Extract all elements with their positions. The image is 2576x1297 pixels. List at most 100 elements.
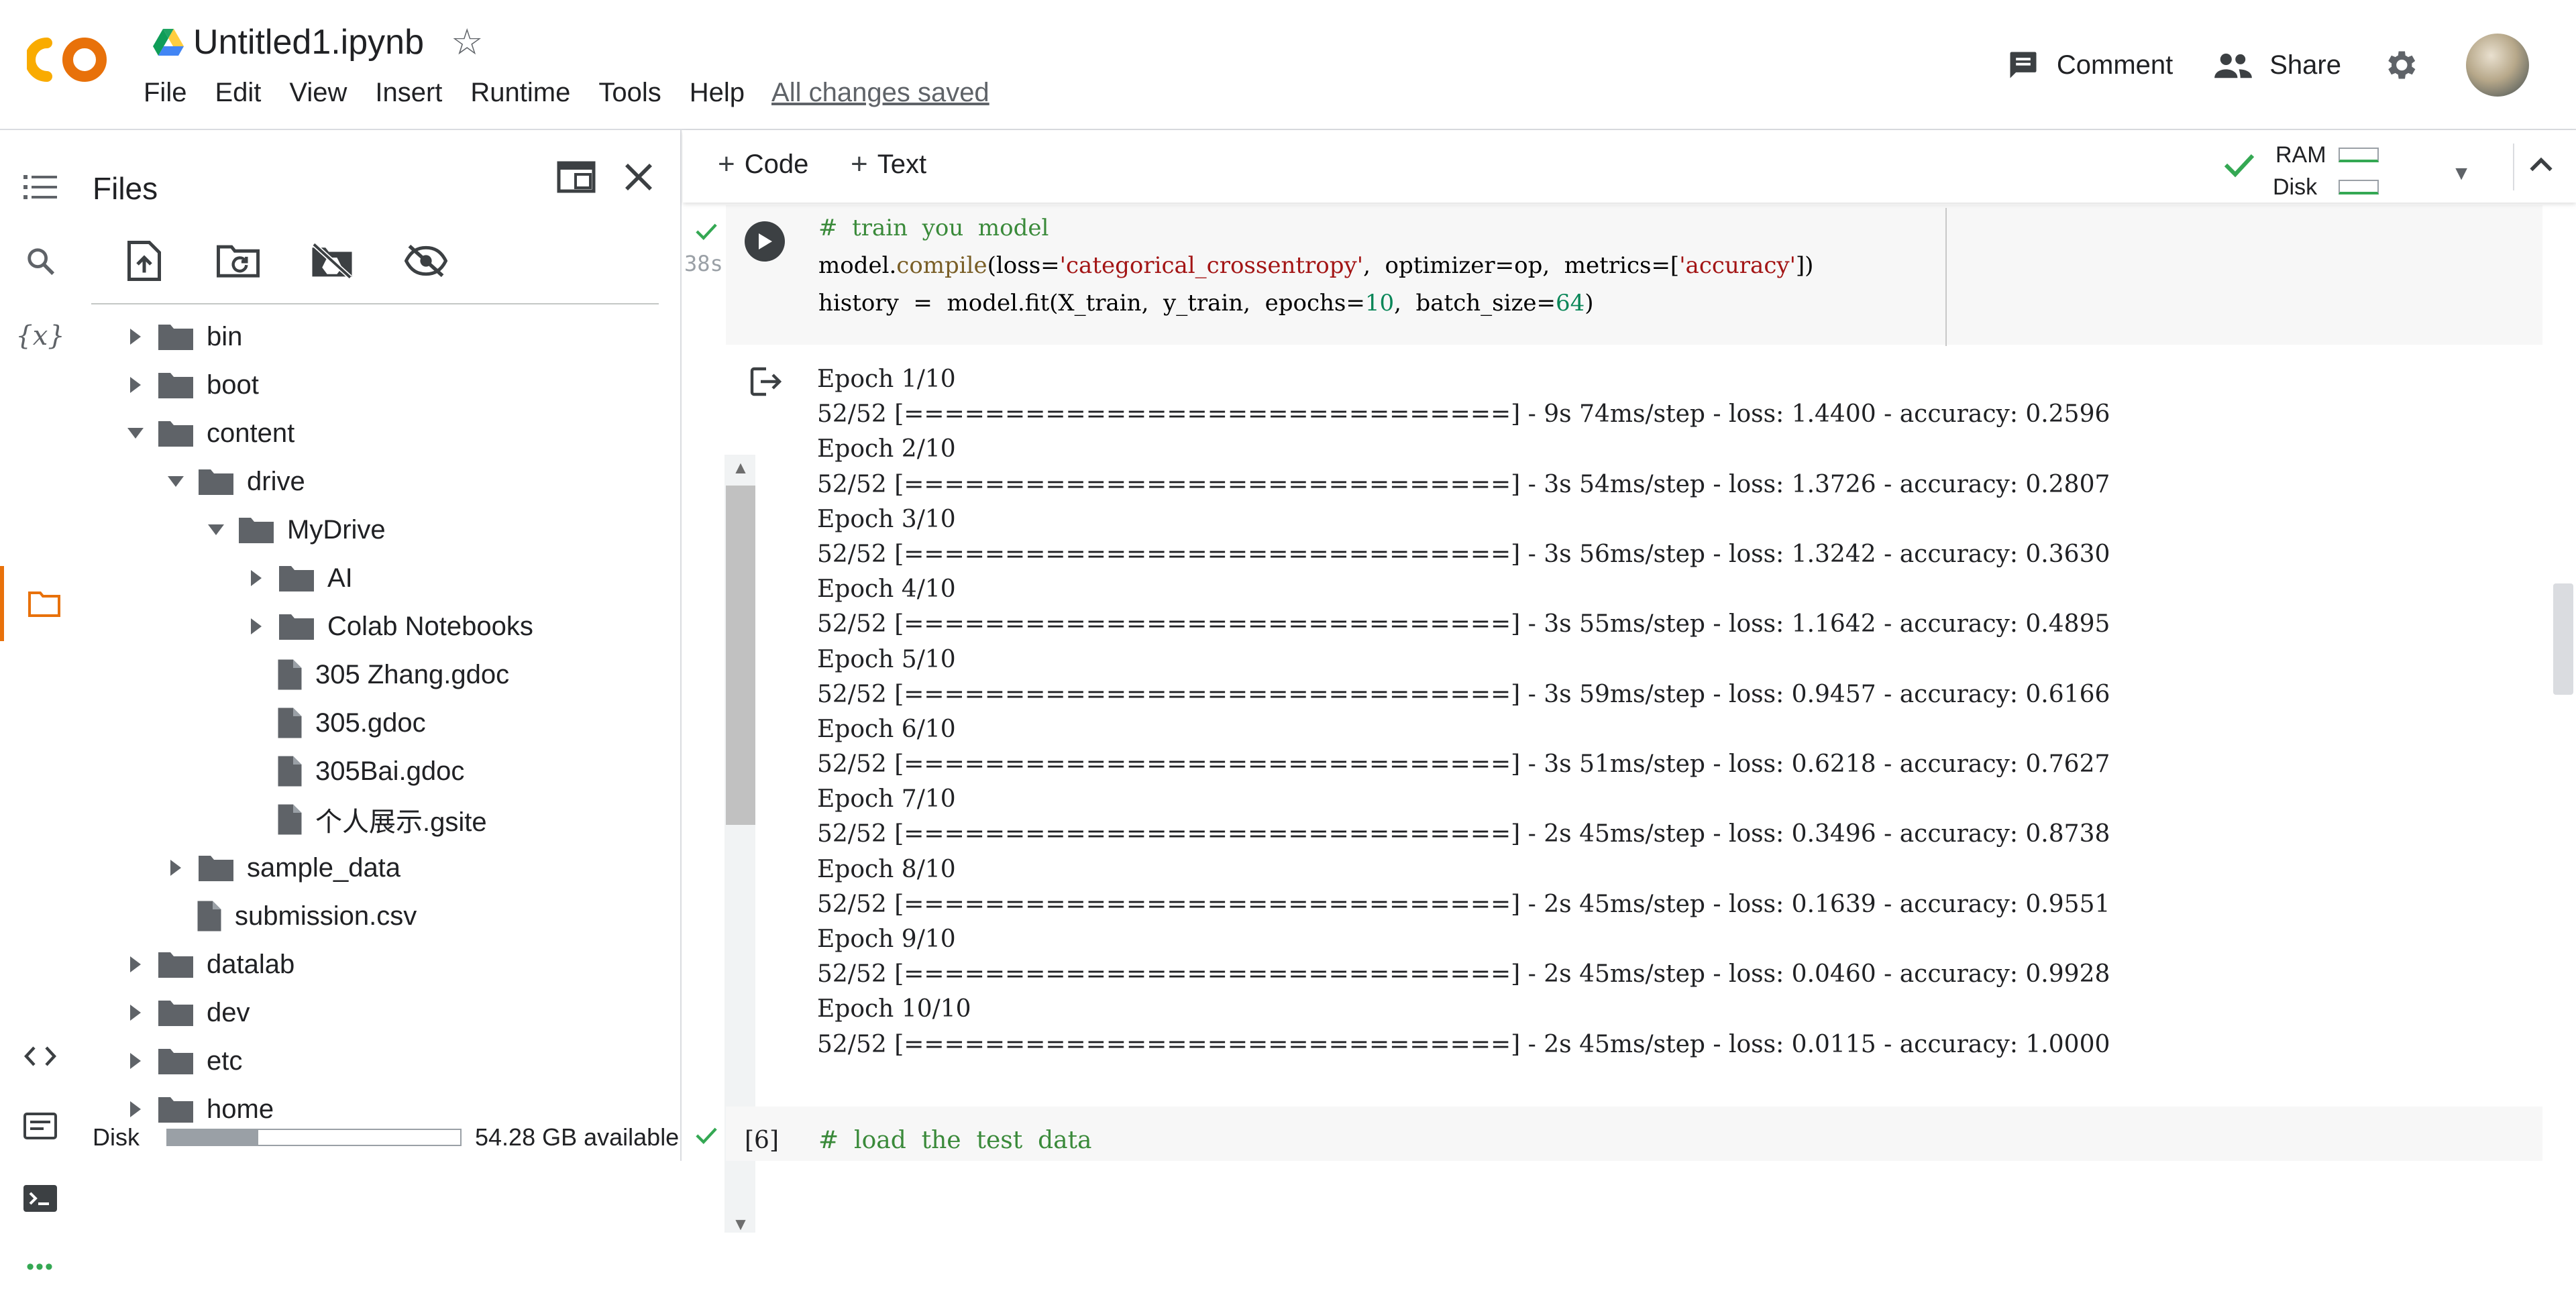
tree-file-row[interactable]: submission.csv: [196, 892, 417, 940]
add-text-button[interactable]: + Text: [851, 148, 926, 181]
menu-runtime[interactable]: Runtime: [470, 78, 570, 108]
scroll-down-arrow-icon[interactable]: ▼: [726, 1213, 755, 1235]
variables-icon[interactable]: {x}: [0, 306, 80, 366]
table-of-contents-icon[interactable]: [0, 157, 80, 217]
notebook-title[interactable]: Untitled1.ipynb: [193, 22, 424, 62]
resources-dropdown-icon[interactable]: ▼: [2451, 162, 2471, 185]
file-icon: [276, 754, 303, 788]
tree-folder-row[interactable]: drive: [162, 457, 305, 506]
menu-edit[interactable]: Edit: [215, 78, 261, 108]
refresh-folder-icon[interactable]: [215, 237, 262, 284]
caret-down-icon[interactable]: [162, 468, 189, 495]
caret-down-icon[interactable]: [203, 516, 229, 543]
files-scrollbar-thumb[interactable]: [726, 486, 755, 825]
caret-down-icon[interactable]: [122, 420, 149, 447]
caret-right-icon[interactable]: [243, 613, 270, 640]
tree-folder-row[interactable]: content: [122, 409, 294, 457]
files-panel: Files bin boot content drive MyDrive AI Colab …: [80, 130, 755, 1234]
code-line-3[interactable]: history = model.fit(X_train, y_train, ep…: [818, 290, 1594, 317]
tree-item-label: content: [207, 418, 295, 448]
training-progress-line: 52/52 [==============================] -…: [817, 960, 2110, 989]
caret-right-icon[interactable]: [122, 951, 149, 978]
caret-right-icon[interactable]: [122, 999, 149, 1026]
tree-folder-row[interactable]: boot: [122, 361, 259, 409]
unmount-drive-icon[interactable]: [309, 237, 356, 284]
files-icon[interactable]: [0, 566, 85, 641]
files-panel-header-actions: [557, 161, 655, 193]
save-status[interactable]: All changes saved: [771, 78, 989, 108]
caret-right-icon[interactable]: [243, 565, 270, 591]
executed-check-icon: [696, 1127, 717, 1144]
training-progress-line: 52/52 [==============================] -…: [817, 680, 2110, 708]
share-button[interactable]: Share: [2213, 48, 2341, 82]
tree-folder-row[interactable]: bin: [122, 313, 242, 361]
upload-file-icon[interactable]: [121, 237, 168, 284]
tree-item-label: drive: [247, 466, 305, 496]
tree-folder-row[interactable]: MyDrive: [203, 506, 386, 554]
tree-folder-row[interactable]: AI: [243, 554, 353, 602]
menu-view[interactable]: View: [289, 78, 347, 108]
disk-available: 54.28 GB available: [475, 1123, 680, 1151]
terminal-icon[interactable]: [0, 1168, 80, 1229]
menu-help[interactable]: Help: [690, 78, 745, 108]
code-token: 'accuracy': [1679, 252, 1796, 279]
collapse-toolbar-icon[interactable]: [2526, 150, 2556, 180]
notebook-toolbar: + Code + Text RAM Disk ▼: [683, 130, 2576, 203]
tree-folder-row[interactable]: datalab: [122, 940, 294, 989]
menu-tools[interactable]: Tools: [598, 78, 661, 108]
command-palette-icon[interactable]: [0, 1096, 80, 1156]
caret-right-icon[interactable]: [122, 372, 149, 398]
tree-folder-row[interactable]: dev: [122, 989, 250, 1037]
caret-right-icon[interactable]: [122, 1096, 149, 1123]
files-divider: [91, 303, 659, 304]
colab-logo[interactable]: [27, 30, 113, 90]
file-icon: [276, 658, 303, 691]
output-menu-icon[interactable]: [750, 366, 785, 397]
panel-divider[interactable]: [680, 130, 682, 1161]
caret-right-icon[interactable]: [122, 1048, 149, 1074]
hide-files-icon[interactable]: [402, 237, 449, 284]
code-token: (loss=: [987, 252, 1060, 279]
star-icon[interactable]: ☆: [451, 24, 483, 60]
file-icon: [276, 803, 303, 836]
scroll-up-arrow-icon[interactable]: ▲: [726, 456, 755, 479]
user-avatar[interactable]: [2466, 34, 2529, 97]
comment-icon: [2010, 52, 2037, 78]
tree-folder-row[interactable]: Colab Notebooks: [243, 602, 533, 651]
status-dots-icon[interactable]: •••: [0, 1237, 80, 1297]
tree-item-label: AI: [327, 563, 353, 593]
tree-folder-row[interactable]: etc: [122, 1037, 242, 1085]
notebook-scrollbar-thumb[interactable]: [2553, 583, 2573, 695]
tree-item-label: MyDrive: [287, 514, 386, 545]
google-drive-icon[interactable]: [153, 29, 184, 56]
add-text-label: Text: [877, 149, 927, 179]
tree-file-row[interactable]: 个人展示.gsite: [276, 795, 487, 844]
tree-item-label: 个人展示.gsite: [315, 807, 487, 837]
close-icon[interactable]: [623, 161, 655, 193]
resources-indicator[interactable]: RAM Disk ▼: [2223, 139, 2471, 200]
tree-file-row[interactable]: 305 Zhang.gdoc: [276, 651, 509, 699]
run-cell-button[interactable]: [745, 221, 785, 262]
caret-right-icon[interactable]: [122, 323, 149, 350]
code-line-2[interactable]: model.compile(loss='categorical_crossent…: [818, 252, 1813, 279]
code-line-1[interactable]: # train you model: [818, 215, 1049, 241]
disk-label: Disk: [93, 1123, 140, 1151]
open-in-tab-icon[interactable]: [557, 161, 596, 193]
code-token: compile: [896, 252, 987, 279]
code-comment[interactable]: # load the test data: [818, 1127, 1092, 1154]
disk-usage-bar: [166, 1129, 462, 1146]
caret-right-icon[interactable]: [162, 854, 189, 881]
tree-item-label: 305.gdoc: [315, 708, 426, 738]
menu-file[interactable]: File: [144, 78, 186, 108]
add-code-button[interactable]: + Code: [718, 148, 808, 181]
tree-file-row[interactable]: 305Bai.gdoc: [276, 747, 464, 795]
tree-file-row[interactable]: 305.gdoc: [276, 699, 426, 747]
file-tree: bin boot content drive MyDrive AI Colab Notebo…: [80, 313, 644, 1249]
menu-insert[interactable]: Insert: [375, 78, 442, 108]
comment-button[interactable]: Comment: [2006, 48, 2173, 82]
settings-button[interactable]: [2381, 46, 2435, 84]
search-icon[interactable]: [0, 231, 80, 291]
epoch-header-line: Epoch 6/10: [817, 715, 956, 743]
tree-folder-row[interactable]: sample_data: [162, 844, 400, 892]
code-snippets-icon[interactable]: [0, 1026, 80, 1086]
